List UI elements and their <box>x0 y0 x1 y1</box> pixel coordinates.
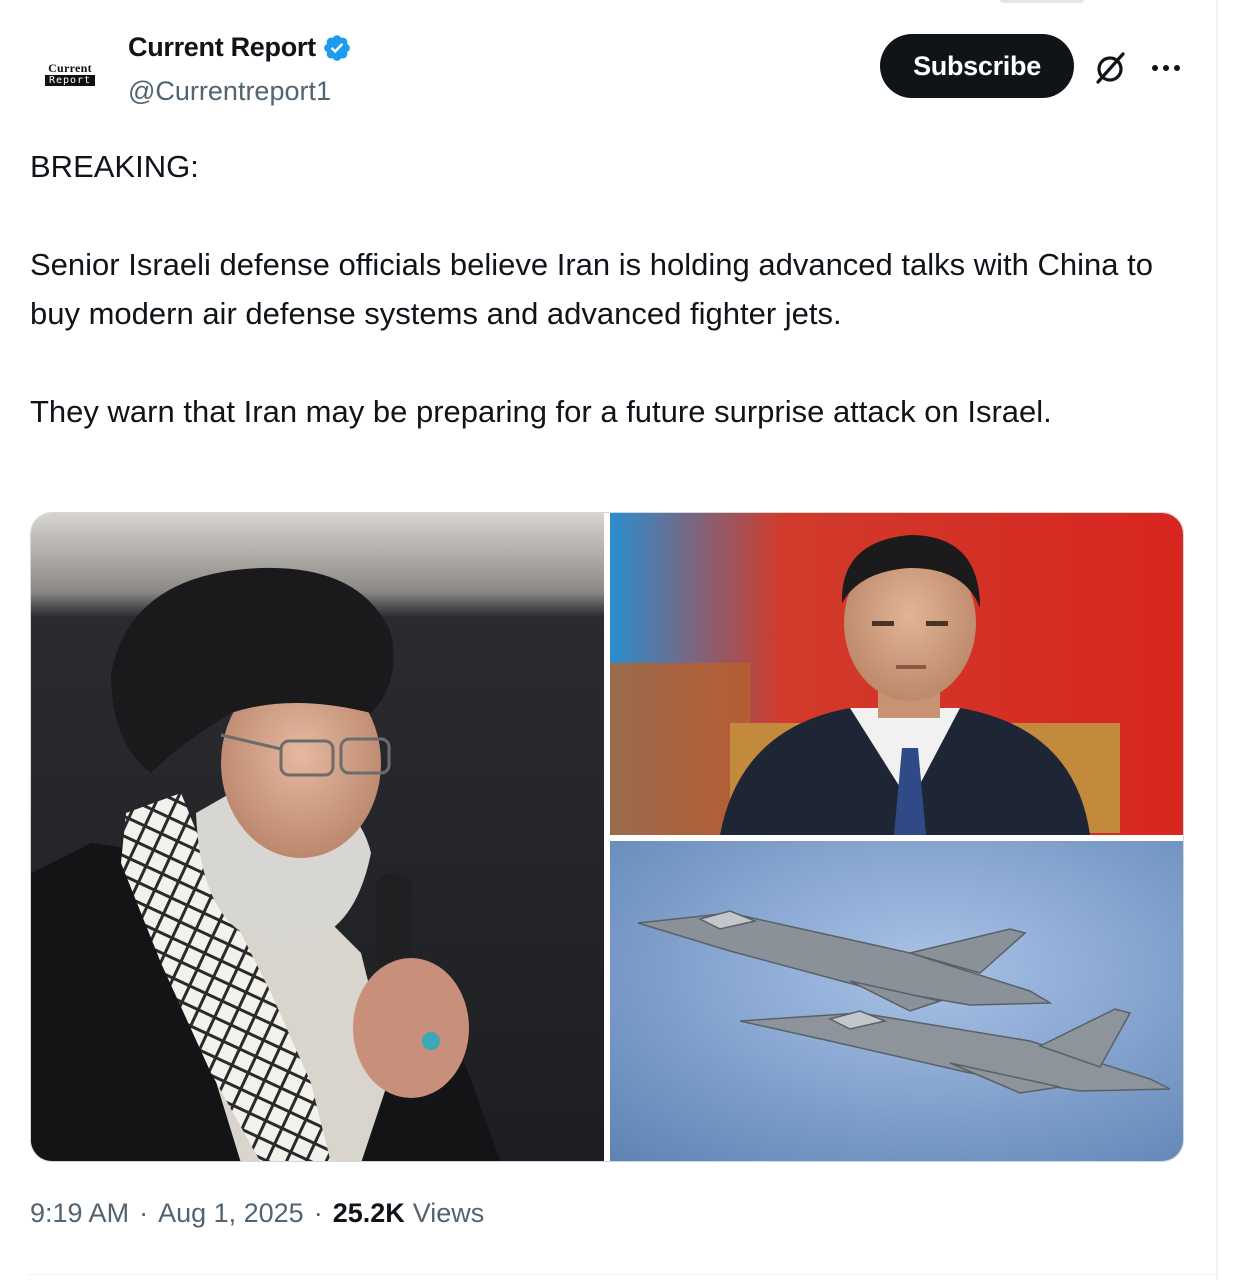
avatar-logo-top: Current <box>48 61 92 75</box>
views-label: Views <box>412 1198 485 1228</box>
timeline-divider <box>1216 0 1218 1280</box>
avatar[interactable]: Current Report <box>28 32 112 116</box>
name-row: Current Report <box>128 32 352 63</box>
bottom-divider <box>28 1274 1216 1275</box>
avatar-logo-bottom: Report <box>44 75 96 86</box>
verified-badge-icon[interactable] <box>322 33 352 63</box>
display-name[interactable]: Current Report <box>128 32 316 63</box>
grok-icon[interactable] <box>1090 48 1130 88</box>
tweet-paragraph-headline: BREAKING: <box>30 149 199 184</box>
tweet-text: BREAKING: Senior Israeli defense officia… <box>30 142 1190 436</box>
more-horizontal-icon[interactable] <box>1146 48 1186 88</box>
subscribe-button[interactable]: Subscribe <box>880 34 1074 98</box>
tweet-paragraph: Senior Israeli defense officials believe… <box>30 247 1153 331</box>
top-tab-indicator <box>1000 0 1084 3</box>
photo-cleric-speaking[interactable] <box>31 513 604 1161</box>
photo-fighter-jets[interactable] <box>610 841 1183 1161</box>
meta-separator: · <box>313 1198 323 1228</box>
tweet-meta: 9:19 AM · Aug 1, 2025 · 25.2K Views <box>30 1198 484 1229</box>
meta-separator: · <box>139 1198 149 1228</box>
tweet-paragraph: They warn that Iran may be preparing for… <box>30 394 1052 429</box>
views-count: 25.2K <box>332 1198 405 1228</box>
tweet-time[interactable]: 9:19 AM <box>30 1198 129 1229</box>
tweet-media-grid <box>30 512 1184 1162</box>
tweet-date[interactable]: Aug 1, 2025 <box>158 1198 304 1229</box>
user-handle[interactable]: @Currentreport1 <box>128 76 331 107</box>
tweet-header: Current Report Current Report @Currentre… <box>28 28 1204 118</box>
photo-leader-suit[interactable] <box>610 513 1183 835</box>
